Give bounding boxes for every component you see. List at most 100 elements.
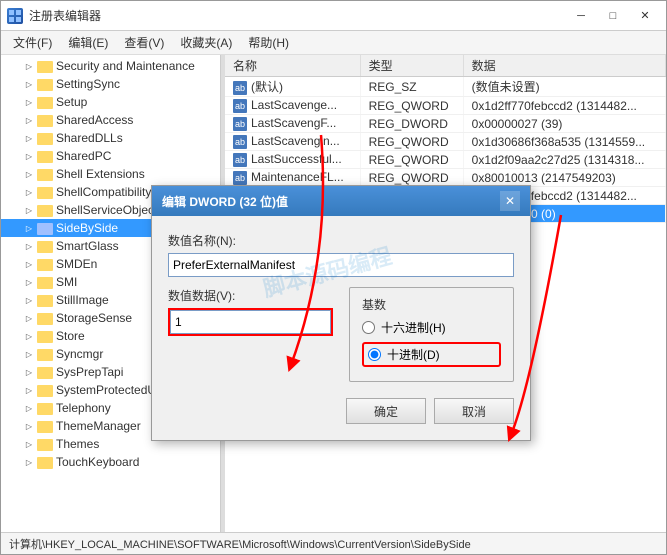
reg-icon: ab xyxy=(233,81,247,95)
tree-label: SharedDLLs xyxy=(56,131,123,145)
minimize-button[interactable]: ─ xyxy=(566,6,596,26)
tree-item-sharedpc[interactable]: ▷ SharedPC xyxy=(1,147,220,165)
menu-favorites[interactable]: 收藏夹(A) xyxy=(172,32,240,53)
folder-icon xyxy=(37,187,53,199)
col-header-type: 类型 xyxy=(360,55,463,77)
data-value-input[interactable] xyxy=(170,310,331,334)
reg-icon: ab xyxy=(233,153,247,167)
folder-icon xyxy=(37,169,53,181)
table-row[interactable]: abLastSuccessful... REG_QWORD 0x1d2f09aa… xyxy=(225,151,666,169)
reg-data: 0x80010013 (2147549203) xyxy=(463,169,665,187)
reg-data: 0x1d2f09aa2c27d25 (1314318... xyxy=(463,151,665,169)
tree-label: Setup xyxy=(56,95,87,109)
reg-icon: ab xyxy=(233,171,247,185)
status-text: 计算机\HKEY_LOCAL_MACHINE\SOFTWARE\Microsof… xyxy=(9,536,471,552)
reg-name: abLastSuccessful... xyxy=(225,151,360,169)
tree-label: SmartGlass xyxy=(56,239,119,253)
menu-view[interactable]: 查看(V) xyxy=(116,32,172,53)
tree-arrow: ▷ xyxy=(21,112,37,128)
status-bar: 计算机\HKEY_LOCAL_MACHINE\SOFTWARE\Microsof… xyxy=(1,532,666,554)
tree-label: Themes xyxy=(56,437,99,451)
folder-icon xyxy=(37,115,53,127)
name-input[interactable] xyxy=(168,253,514,277)
folder-icon xyxy=(37,367,53,379)
tree-label: Telephony xyxy=(56,401,111,415)
hex-radio[interactable] xyxy=(362,321,375,334)
dialog-body: 数值名称(N): 数值数据(V): 基数 xyxy=(152,216,530,440)
folder-icon xyxy=(37,439,53,451)
menu-help[interactable]: 帮助(H) xyxy=(240,32,297,53)
ok-button[interactable]: 确定 xyxy=(346,398,426,424)
tree-arrow: ▷ xyxy=(21,310,37,326)
tree-arrow: ▷ xyxy=(21,184,37,200)
folder-icon xyxy=(37,223,53,235)
tree-arrow: ▷ xyxy=(21,454,37,470)
title-bar-left: 注册表编辑器 xyxy=(7,7,101,24)
reg-icon: ab xyxy=(233,117,247,131)
tree-item-shellextensions[interactable]: ▷ Shell Extensions xyxy=(1,165,220,183)
table-row[interactable]: abMaintenanceFL... REG_QWORD 0x80010013 … xyxy=(225,169,666,187)
folder-icon xyxy=(37,259,53,271)
dialog-close-button[interactable]: ✕ xyxy=(500,191,520,211)
reg-name: abLastScavenge... xyxy=(225,97,360,115)
maximize-button[interactable]: □ xyxy=(598,6,628,26)
table-row[interactable]: abLastScavenge... REG_QWORD 0x1d2ff770fe… xyxy=(225,97,666,115)
base-col: 基数 十六进制(H) 十进制(D) xyxy=(349,287,514,382)
table-row[interactable]: ab(默认) REG_SZ (数值未设置) xyxy=(225,77,666,97)
menu-edit[interactable]: 编辑(E) xyxy=(60,32,116,53)
app-icon xyxy=(7,8,23,24)
dec-radio[interactable] xyxy=(368,348,381,361)
reg-type: REG_DWORD xyxy=(360,115,463,133)
close-button[interactable]: ✕ xyxy=(630,6,660,26)
tree-label: ShellCompatibility xyxy=(56,185,151,199)
data-input-wrapper xyxy=(168,308,333,336)
title-bar: 注册表编辑器 ─ □ ✕ xyxy=(1,1,666,31)
reg-type: REG_QWORD xyxy=(360,169,463,187)
tree-arrow: ▷ xyxy=(21,328,37,344)
col-header-name: 名称 xyxy=(225,55,360,77)
tree-label: SharedPC xyxy=(56,149,111,163)
table-row[interactable]: abLastScavengin... REG_QWORD 0x1d30686f3… xyxy=(225,133,666,151)
data-label: 数值数据(V): xyxy=(168,287,333,304)
reg-data: (数值未设置) xyxy=(463,77,665,97)
folder-icon xyxy=(37,205,53,217)
tree-item-shareddlls[interactable]: ▷ SharedDLLs xyxy=(1,129,220,147)
window-title: 注册表编辑器 xyxy=(29,7,101,24)
tree-arrow: ▷ xyxy=(21,166,37,182)
hex-radio-label: 十六进制(H) xyxy=(381,319,446,336)
tree-arrow: ▷ xyxy=(21,76,37,92)
tree-arrow: ▷ xyxy=(21,274,37,290)
folder-icon xyxy=(37,151,53,163)
reg-data: 0x1d30686f368a535 (1314559... xyxy=(463,133,665,151)
tree-item-settingsync[interactable]: ▷ SettingSync xyxy=(1,75,220,93)
tree-arrow: ▷ xyxy=(21,256,37,272)
tree-label: SharedAccess xyxy=(56,113,133,127)
tree-arrow: ▷ xyxy=(21,364,37,380)
tree-label: SMDEn xyxy=(56,257,97,271)
table-row[interactable]: abLastScavengF... REG_DWORD 0x00000027 (… xyxy=(225,115,666,133)
folder-icon xyxy=(37,421,53,433)
cancel-button[interactable]: 取消 xyxy=(434,398,514,424)
folder-icon xyxy=(37,133,53,145)
name-label: 数值名称(N): xyxy=(168,232,514,249)
window-controls: ─ □ ✕ xyxy=(566,6,660,26)
tree-item-setup[interactable]: ▷ Setup xyxy=(1,93,220,111)
tree-arrow: ▷ xyxy=(21,220,37,236)
tree-arrow: ▷ xyxy=(21,418,37,434)
menu-file[interactable]: 文件(F) xyxy=(5,32,60,53)
tree-arrow: ▷ xyxy=(21,58,37,74)
tree-item-security[interactable]: ▷ Security and Maintenance xyxy=(1,57,220,75)
folder-icon xyxy=(37,457,53,469)
reg-name: abMaintenanceFL... xyxy=(225,169,360,187)
tree-item-sharedaccess[interactable]: ▷ SharedAccess xyxy=(1,111,220,129)
dialog-titlebar: 编辑 DWORD (32 位)值 ✕ xyxy=(152,186,530,216)
tree-label: Shell Extensions xyxy=(56,167,145,181)
reg-type: REG_QWORD xyxy=(360,133,463,151)
tree-label: StorageSense xyxy=(56,311,132,325)
tree-arrow: ▷ xyxy=(21,202,37,218)
col-header-data: 数据 xyxy=(463,55,665,77)
folder-icon xyxy=(37,79,53,91)
reg-name: abLastScavengF... xyxy=(225,115,360,133)
reg-data: 0x00000027 (39) xyxy=(463,115,665,133)
tree-item-touchkeyboard[interactable]: ▷ TouchKeyboard xyxy=(1,453,220,471)
